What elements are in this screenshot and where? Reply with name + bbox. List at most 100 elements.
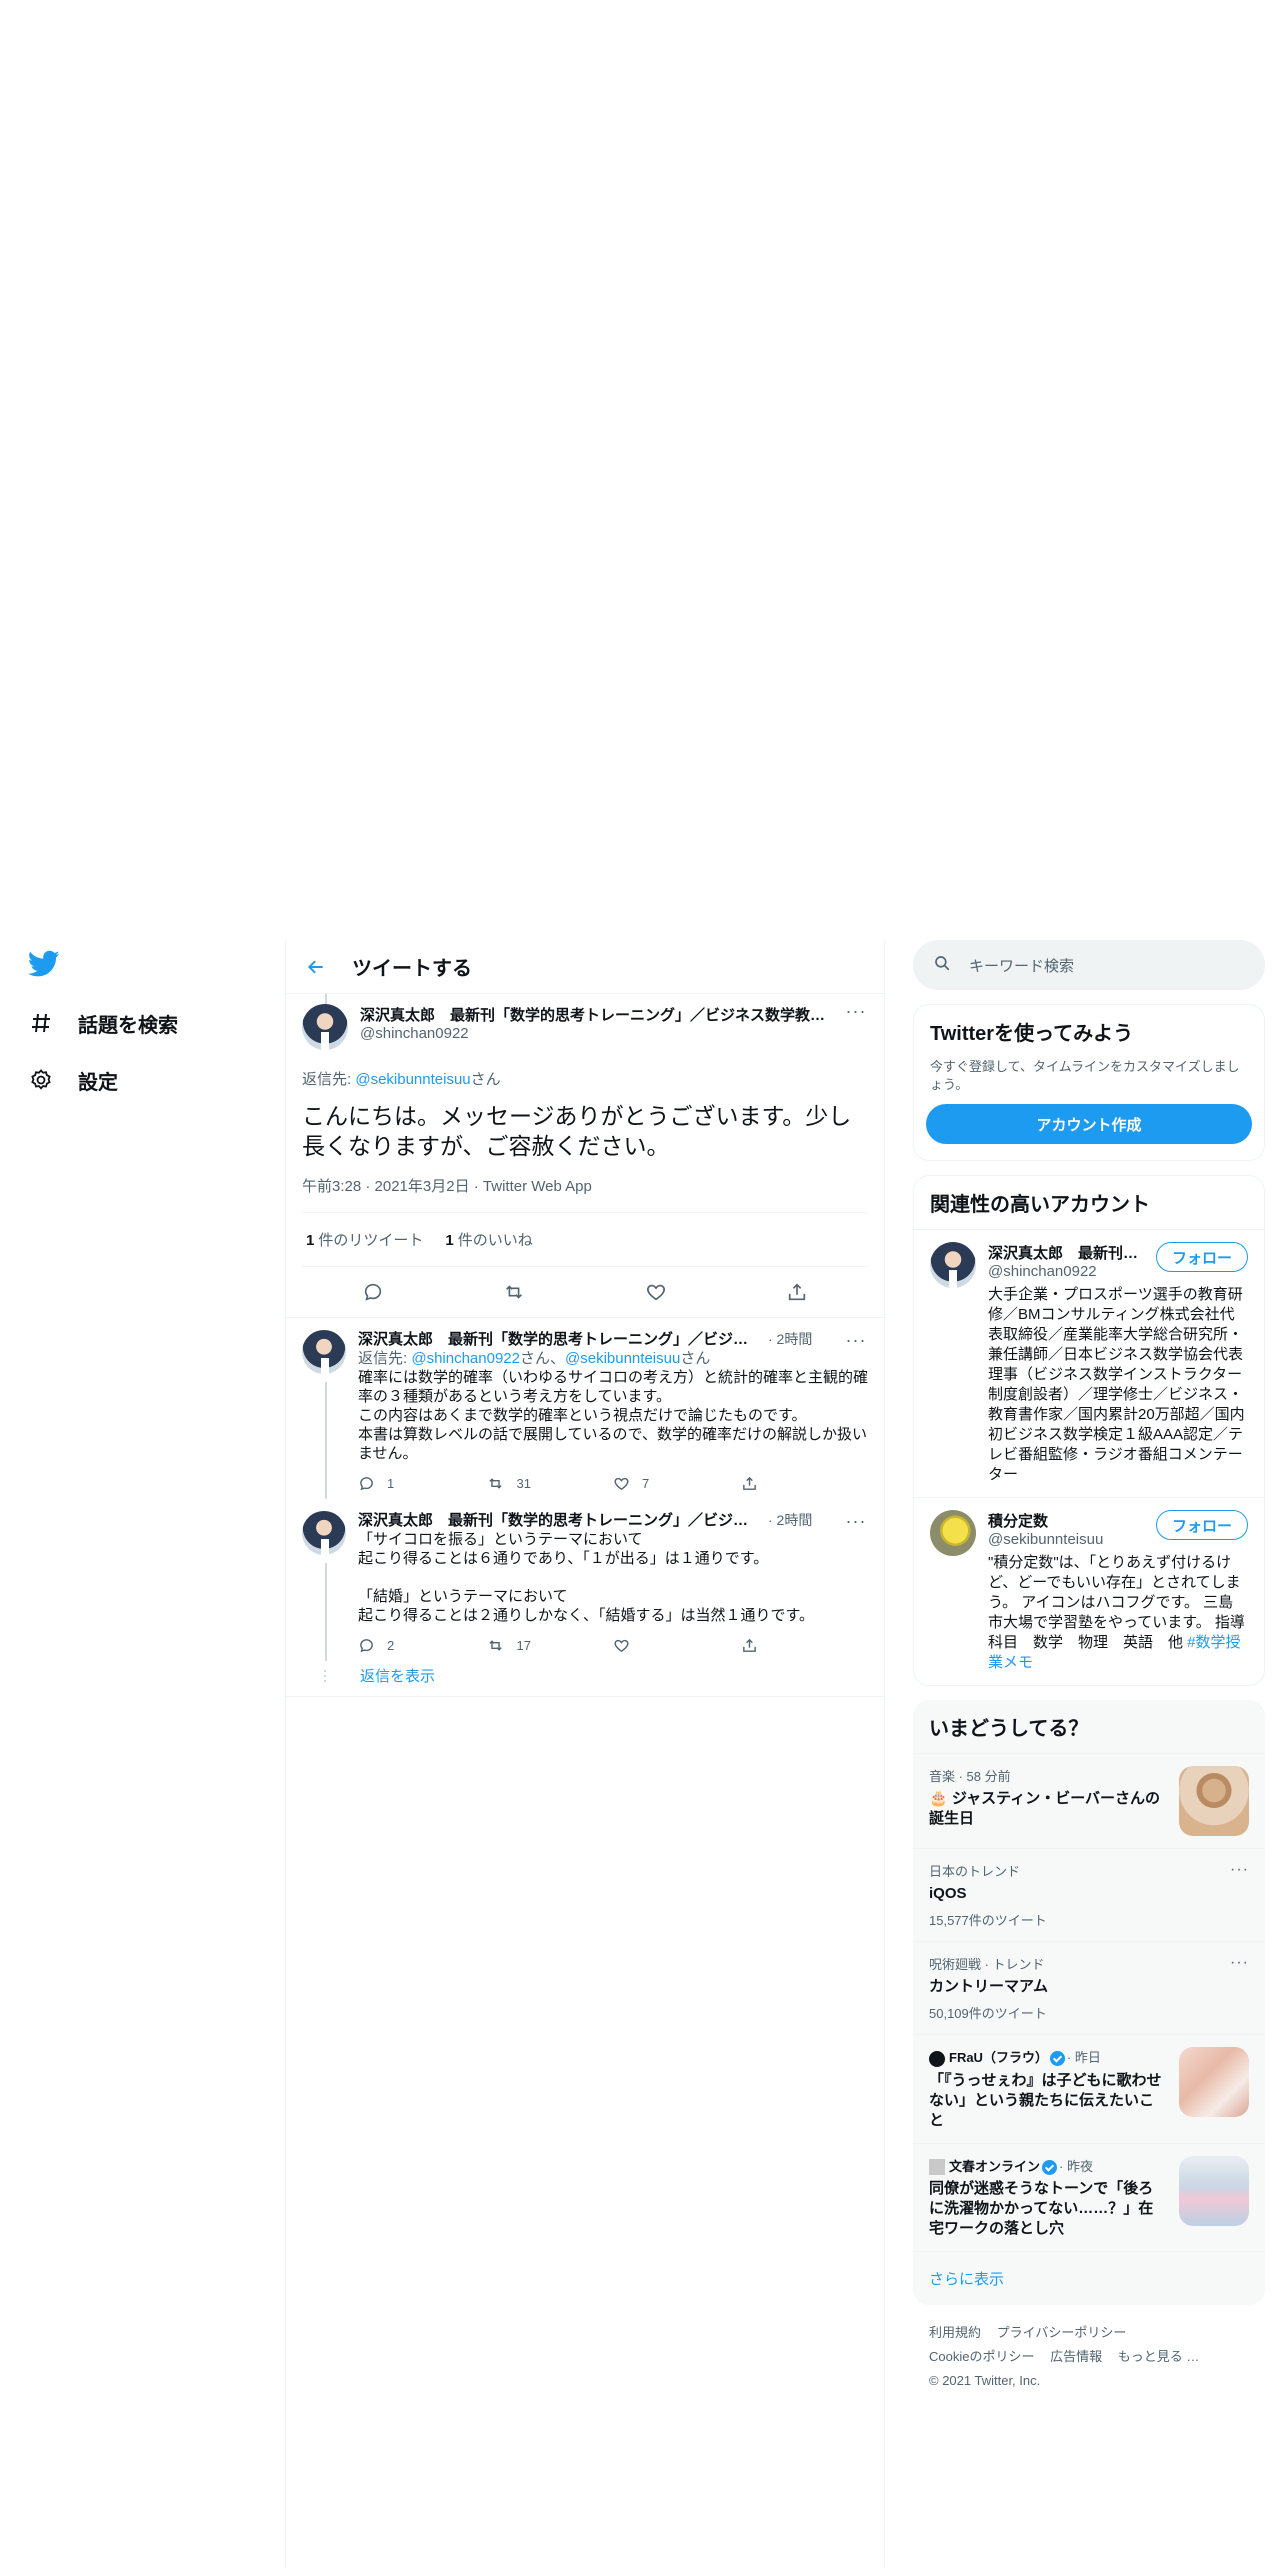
author-handle[interactable]: @shinchan0922 [360,1025,469,1042]
like-button[interactable]: 7 [613,1474,741,1493]
trend-item[interactable]: FRaU（フラウ） · 昨日 「『うっせぇわ』は子どもに歌わせない」という親たちに… [913,2034,1265,2143]
account-item[interactable]: 積分定数 @sekibunnteisuu フォロー "積分定数"は、「とりあえず… [914,1497,1264,1685]
reply-suffix: さん [470,1071,501,1088]
thread-dots-icon [302,1669,348,1682]
account-name[interactable]: 深沢真太郎 最新刊… [988,1242,1148,1263]
reply-handle-link[interactable]: @sekibunnteisuu [565,1350,680,1367]
account-bio: 大手企業・プロスポーツ選手の教育研修／BMコンサルティング株式会社代表取締役／産… [988,1286,1245,1483]
like-icon[interactable] [644,1280,668,1304]
reply-handle-link[interactable]: @sekibunnteisuu [355,1071,470,1088]
retweet-button[interactable]: 31 [486,1474,614,1493]
trend-title: 🎂 ジャスティン・ビーバーさんの誕生日 [929,1790,1161,1827]
account-bio: "積分定数"は、「とりあえず付けるけど、どーでもいい存在」とされてしまう。 アイ… [988,1554,1245,1671]
account-handle[interactable]: @shinchan0922 [988,1263,1097,1280]
account-name[interactable]: 積分定数 [988,1510,1148,1531]
retweet-button[interactable]: 17 [486,1636,614,1655]
footer-link[interactable]: 広告情報 [1050,2349,1102,2364]
reply-icon[interactable] [361,1280,385,1304]
tweet-text-line: 「サイコロを振る」というテーマにおいて [358,1531,643,1548]
account-handle[interactable]: @sekibunnteisuu [988,1531,1103,1548]
signup-card: Twitterを使ってみよう 今すぐ登録して、タイムラインをカスタマイズしましょ… [913,1004,1265,1161]
tweet-text-line: 起こり得ることは６通りであり、「１が出る」は１通りです。 [358,1550,769,1567]
footer-link[interactable]: Cookieのポリシー [929,2349,1034,2364]
search-bar[interactable]: キーワード検索 [913,940,1265,990]
share-icon [742,1638,756,1652]
retweet-icon[interactable] [502,1280,526,1304]
search-input[interactable]: キーワード検索 [969,955,1074,976]
thread-line [325,994,327,1004]
trend-context: 音楽 · 58 分前 [929,1769,1011,1784]
trend-item[interactable]: 日本のトレンド iQOS 15,577件のツイート ··· [913,1848,1265,1941]
more-options-icon[interactable]: ··· [844,1002,868,1050]
footer-link[interactable]: 利用規約 [929,2325,981,2340]
show-more-link[interactable]: さらに表示 [913,2251,1265,2305]
reply-button[interactable]: 2 [358,1636,486,1655]
search-icon [933,954,951,977]
source-logo-icon [929,2050,945,2067]
retweet-stat[interactable]: 1 件のリツイート [306,1229,423,1250]
avatar[interactable] [930,1242,976,1288]
footer-link[interactable]: プライバシーポリシー [997,2325,1127,2340]
related-title: 関連性の高いアカウント [930,1194,1150,1216]
nav-settings[interactable]: 設定 [28,1060,118,1100]
reply-tweet[interactable]: 深沢真太郎 最新刊「数学的思考トレーニング」／ビジネ… · 2時間 ··· 返信… [286,1318,884,1499]
reply-button[interactable]: 1 [358,1474,486,1493]
avatar[interactable] [302,1004,348,1050]
tweet-text-line: 「結婚」というテーマにおいて [358,1588,568,1605]
reply-icon [360,1638,373,1652]
trend-title: 同僚が迷惑そうなトーンで「後ろに洗濯物かかってない……？」在宅ワークの落とし穴 [929,2180,1154,2238]
avatar[interactable] [302,1511,346,1555]
show-replies-row[interactable]: 返信を表示 [286,1661,884,1697]
focused-tweet: 深沢真太郎 最新刊「数学的思考トレーニング」／ビジネス数学教… @shincha… [286,994,884,1318]
share-button[interactable] [741,1475,869,1492]
twitter-logo-icon[interactable] [27,950,64,986]
tweet-time[interactable]: · 2時間 [768,1511,812,1530]
follow-button[interactable]: フォロー [1156,1242,1248,1272]
trend-context: 呪術廻戦 · トレンド [929,1957,1045,1972]
like-stat[interactable]: 1 件のいいね [445,1229,532,1250]
more-options-icon[interactable]: ··· [844,1331,868,1349]
more-options-icon[interactable]: ··· [844,1512,868,1530]
hashtag-icon [28,1010,54,1036]
back-arrow-icon[interactable] [304,955,328,979]
share-icon[interactable] [785,1280,809,1304]
retweet-icon [488,1477,502,1489]
account-item[interactable]: 深沢真太郎 最新刊… @shinchan0922 フォロー 大手企業・プロスポー… [914,1229,1264,1497]
show-replies-link[interactable]: 返信を表示 [360,1665,435,1686]
tweet-timestamp[interactable]: 午前3:28 · 2021年3月2日 · Twitter Web App [302,1175,868,1213]
like-button[interactable] [613,1637,741,1654]
trend-item[interactable]: 呪術廻戦 · トレンド カントリーマアム 50,109件のツイート ··· [913,1941,1265,2034]
signup-description: 今すぐ登録して、タイムラインをカスタマイズしましょう。 [930,1059,1240,1092]
trend-context: 日本のトレンド [929,1864,1021,1879]
tweet-time[interactable]: · 2時間 [768,1330,812,1349]
follow-button[interactable]: フォロー [1156,1510,1248,1540]
trend-title: 「『うっせぇわ』は子どもに歌わせない」という親たちに伝えたいこと [929,2071,1162,2129]
trend-item[interactable]: 文春オンライン · 昨夜 同僚が迷惑そうなトーンで「後ろに洗濯物かかってない……？… [913,2142,1265,2252]
trend-item[interactable]: 音楽 · 58 分前 🎂 ジャスティン・ビーバーさんの誕生日 [913,1753,1265,1848]
reply-handle-link[interactable]: @shinchan0922 [411,1350,520,1367]
create-account-button[interactable]: アカウント作成 [926,1104,1252,1144]
avatar[interactable] [302,1330,346,1374]
more-options-icon[interactable]: ··· [1230,1861,1249,1929]
trend-thumbnail [1179,2155,1249,2226]
like-icon [614,1639,629,1652]
tweet-text-line: 確率には数学的確率（いわゆるサイコロの考え方）と統計的確率と主観的確率の３種類が… [358,1369,869,1405]
tweet-actions: 2 17 [358,1635,868,1655]
nav-explore[interactable]: 話題を検索 [28,1003,178,1043]
share-button[interactable] [741,1637,869,1654]
trend-count: 15,577件のツイート [929,1913,1047,1928]
avatar[interactable] [930,1510,976,1556]
footer-link[interactable]: もっと見る … [1118,2349,1200,2364]
trend-thumbnail [1179,1766,1249,1836]
nav-explore-label: 話題を検索 [78,1014,178,1037]
trend-title: カントリーマアム [929,1978,1048,1995]
signup-title: Twitterを使ってみよう [930,1023,1134,1045]
copyright: © 2021 Twitter, Inc. [929,2373,1041,2389]
reply-tweet[interactable]: 深沢真太郎 最新刊「数学的思考トレーニング」／ビジネ… · 2時間 ··· 「サ… [286,1499,884,1661]
author-name[interactable]: 深沢真太郎 最新刊「数学的思考トレーニング」／ビジネ… [358,1330,758,1349]
trend-context: FRaU（フラウ） · 昨日 [929,2047,1167,2067]
author-name[interactable]: 深沢真太郎 最新刊「数学的思考トレーニング」／ビジネ… [358,1511,758,1530]
tweet-text-line: この内容はあくまで数学的確率という視点だけで論じたものです。 [358,1407,807,1424]
more-options-icon[interactable]: ··· [1230,1954,1249,2022]
author-name[interactable]: 深沢真太郎 最新刊「数学的思考トレーニング」／ビジネス数学教… [360,1004,844,1025]
